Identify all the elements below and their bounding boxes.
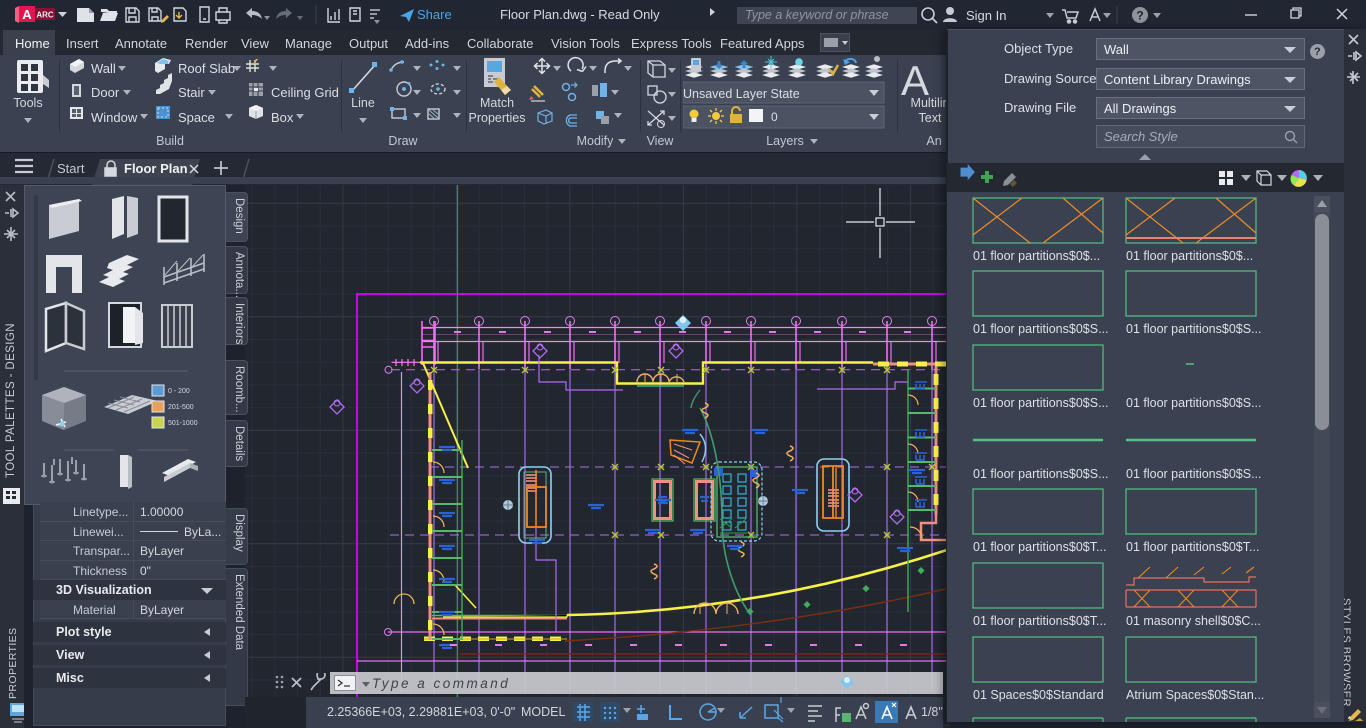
svg-text:0: 0 (771, 110, 778, 124)
svg-text:A: A (901, 57, 929, 104)
svg-text:501-1000: 501-1000 (168, 420, 198, 427)
svg-text:?: ? (1136, 9, 1143, 23)
svg-text:ARC: ARC (36, 11, 54, 20)
svg-text:Share: Share (417, 7, 452, 22)
svg-text:201-500: 201-500 (168, 404, 194, 411)
svg-text:0 - 200: 0 - 200 (168, 388, 190, 395)
svg-text:A: A (22, 7, 32, 22)
